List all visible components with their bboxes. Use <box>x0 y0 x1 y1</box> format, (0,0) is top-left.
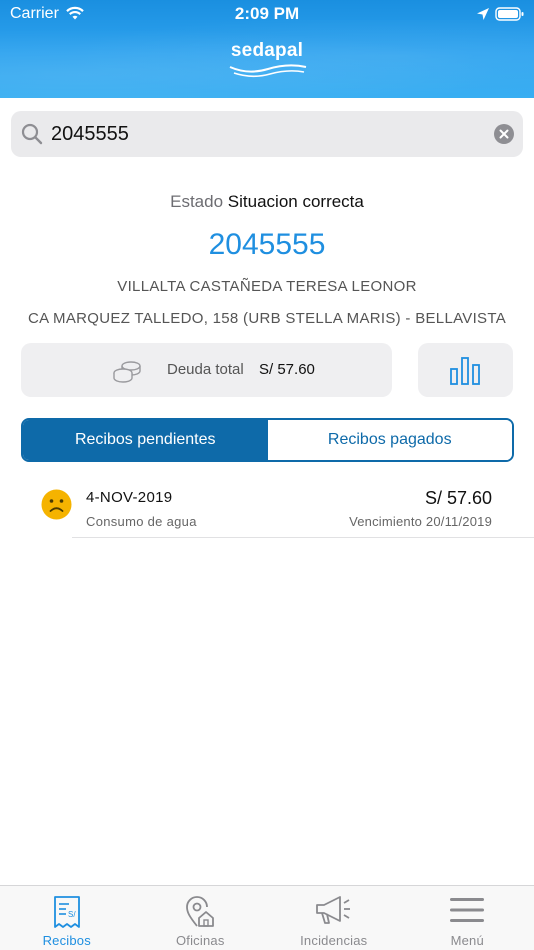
app-header: Carrier 2:09 PM sedapal <box>0 0 534 98</box>
client-address: CA MARQUEZ TALLEDO, 158 (URB STELLA MARI… <box>27 310 507 327</box>
bottom-tab-bar: S/ Recibos Oficinas Incidencias Menú <box>0 885 534 950</box>
total-debt-value: S/ 57.60 <box>259 361 315 378</box>
account-status: Estado Situacion correcta <box>0 192 534 212</box>
tab-oficinas[interactable]: Oficinas <box>134 886 268 950</box>
tab-label: Menú <box>450 933 484 948</box>
clear-search-icon[interactable] <box>494 124 514 144</box>
bar-chart-icon <box>450 357 480 385</box>
consumption-chart-button[interactable] <box>418 343 513 397</box>
clock: 2:09 PM <box>234 4 300 23</box>
office-location-icon <box>186 896 215 927</box>
tab-menu[interactable]: Menú <box>401 886 534 950</box>
receipt-icon: S/ <box>53 896 80 928</box>
status-value: Situacion correcta <box>227 192 364 211</box>
receipt-amount: S/ 57.60 <box>424 488 492 508</box>
sad-face-icon <box>41 489 72 520</box>
search-input[interactable] <box>51 111 471 157</box>
search-bar[interactable] <box>11 111 523 157</box>
battery-icon <box>495 7 524 21</box>
receipt-description: Consumo de agua <box>86 514 197 529</box>
row-divider <box>72 537 534 538</box>
tab-recibos[interactable]: S/ Recibos <box>0 886 134 950</box>
coins-icon <box>113 361 141 383</box>
receipt-due-date: Vencimiento 20/11/2019 <box>349 514 492 529</box>
receipt-date: 4-NOV-2019 <box>86 489 173 506</box>
tab-label: Recibos <box>42 933 91 948</box>
receipts-segmented-control: Recibos pendientes Recibos pagados <box>21 418 514 462</box>
client-name: VILLALTA CASTAÑEDA TERESA LEONOR <box>117 278 417 295</box>
status-bar: Carrier 2:09 PM <box>0 0 534 28</box>
megaphone-icon <box>315 896 350 924</box>
location-arrow-icon <box>477 8 489 20</box>
brand-logo: sedapal <box>230 40 304 61</box>
brand-waves-icon <box>229 64 307 78</box>
tab-paid-receipts[interactable]: Recibos pagados <box>267 420 512 460</box>
svg-text:S/: S/ <box>68 910 76 919</box>
account-number: 2045555 <box>208 228 326 261</box>
receipt-row[interactable]: 4-NOV-2019 Consumo de agua S/ 57.60 Venc… <box>0 480 534 538</box>
hamburger-menu-icon <box>450 898 485 922</box>
total-debt-card: Deuda total S/ 57.60 <box>21 343 392 397</box>
tab-label: Incidencias <box>300 933 368 948</box>
search-icon <box>21 123 43 145</box>
tab-label: Oficinas <box>175 933 225 948</box>
tab-pending-receipts[interactable]: Recibos pendientes <box>23 420 268 460</box>
total-debt-label: Deuda total <box>167 361 244 378</box>
status-label: Estado <box>170 192 224 211</box>
tab-incidencias[interactable]: Incidencias <box>267 886 401 950</box>
